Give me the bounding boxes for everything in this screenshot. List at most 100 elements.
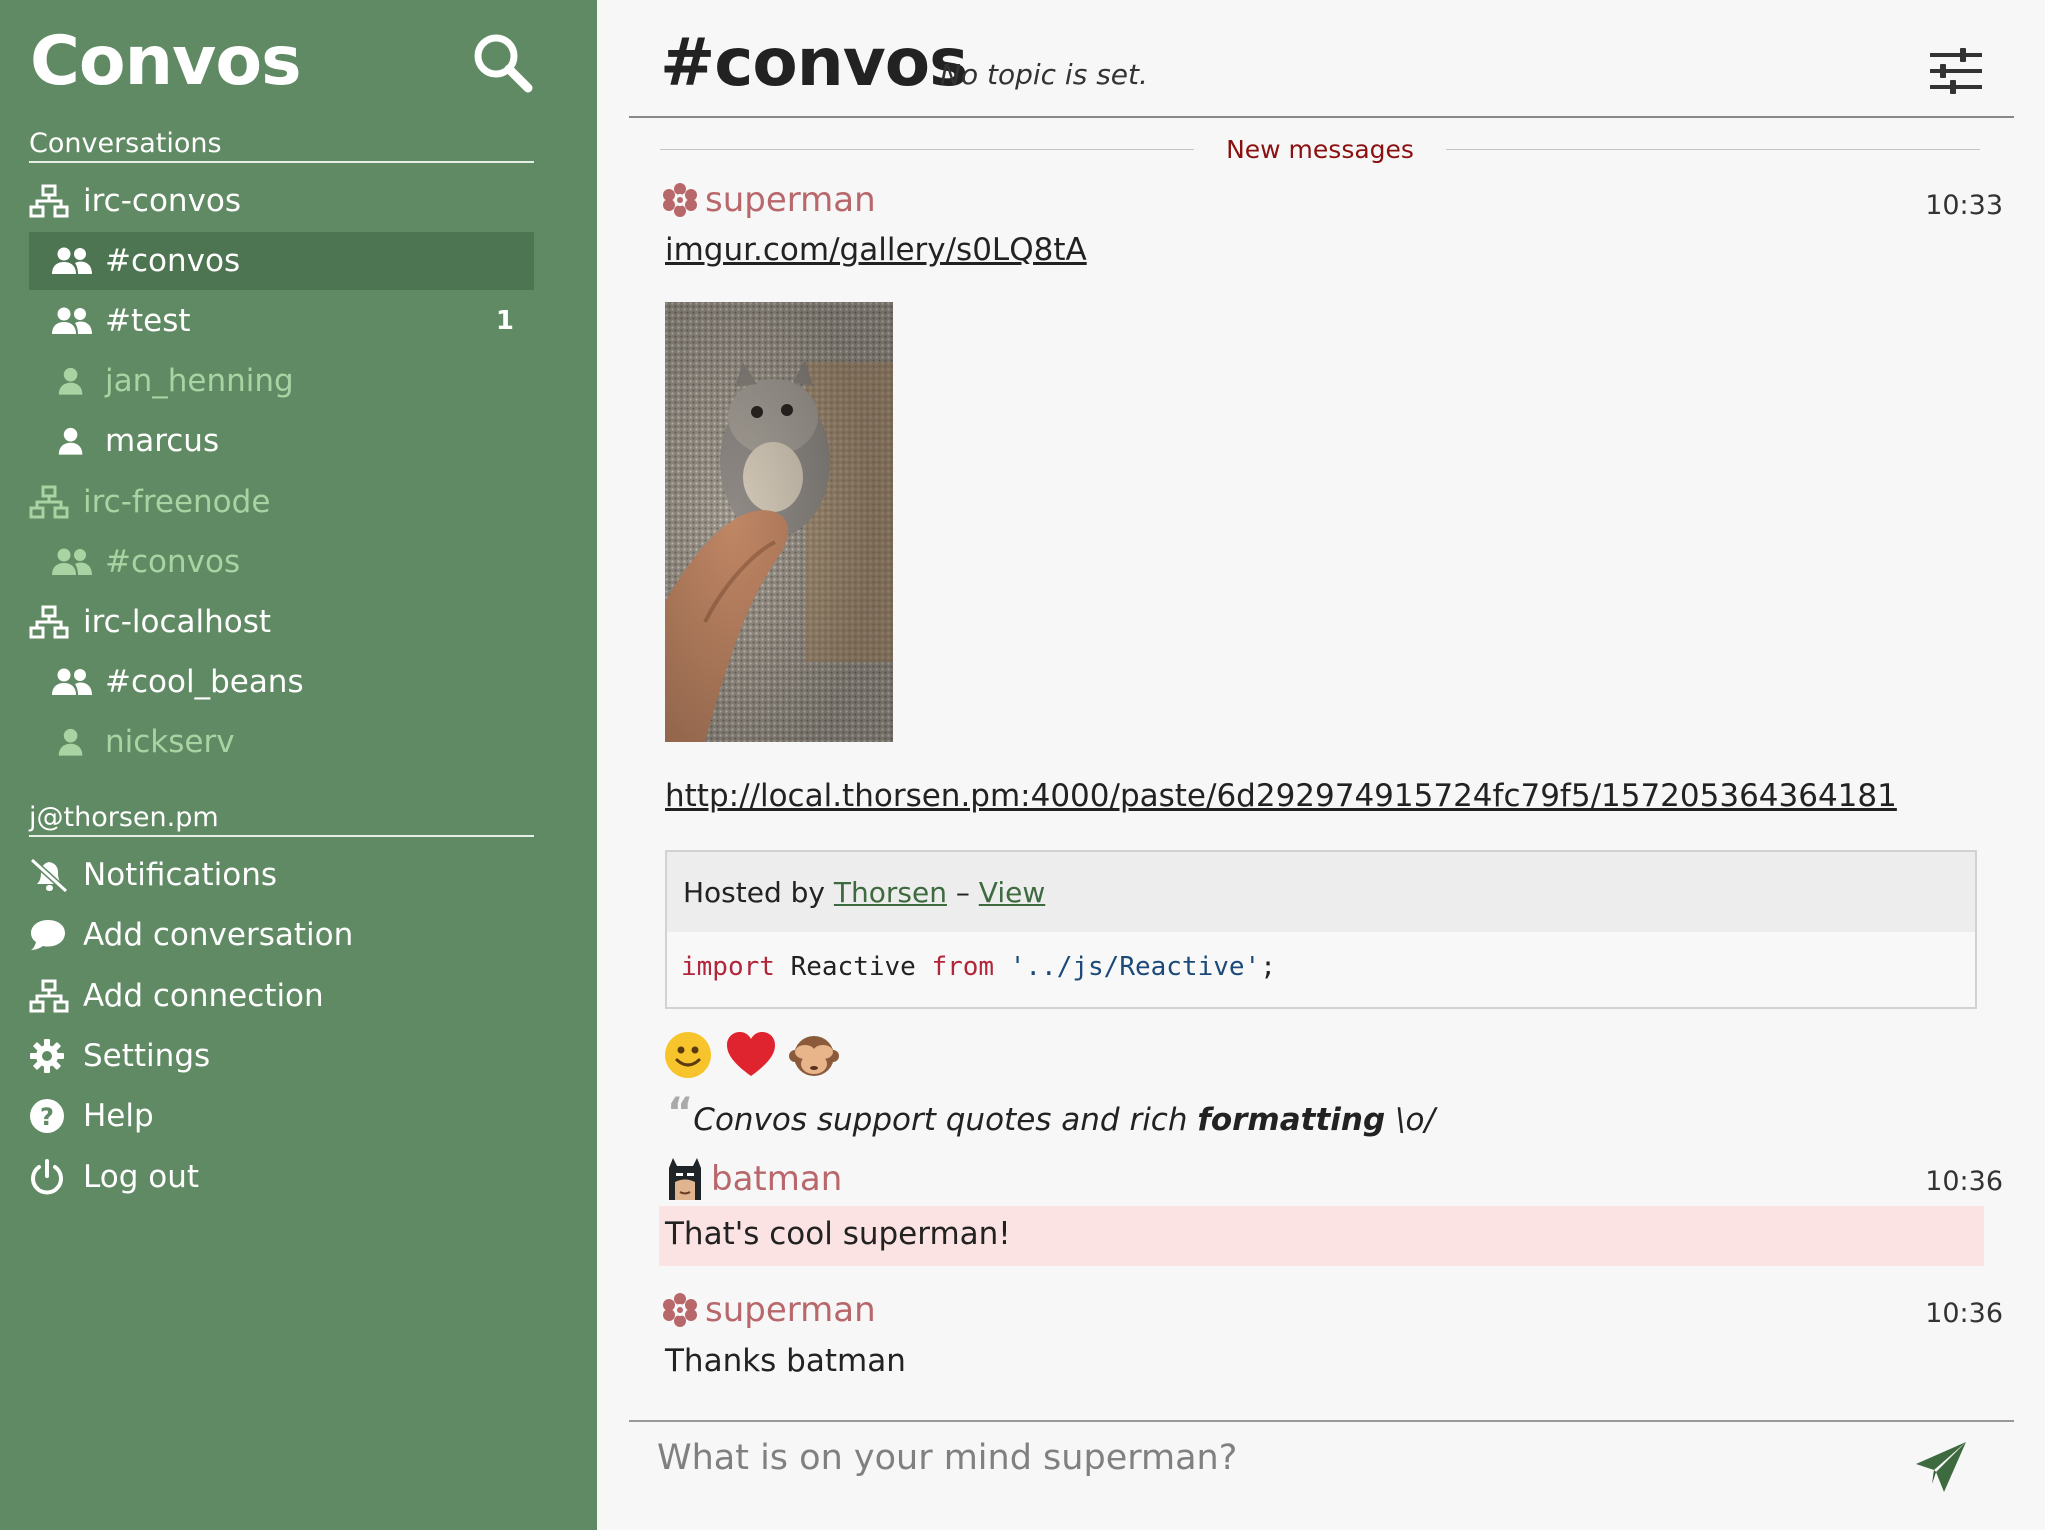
paste-separator: –: [955, 875, 970, 909]
menu-help[interactable]: ? Help: [29, 1087, 534, 1145]
sidebar-item-irc-localhost[interactable]: irc-localhost: [29, 593, 534, 651]
svg-text:?: ?: [40, 1103, 54, 1131]
send-button[interactable]: [1914, 1440, 1968, 1494]
sidebar-item-test[interactable]: #test 1: [29, 292, 534, 350]
user-icon: [51, 362, 95, 400]
paste-hosted-prefix: Hosted by: [683, 875, 825, 909]
new-messages-divider: New messages: [660, 132, 1981, 166]
sidebar-item-freenode-convos[interactable]: #convos: [29, 533, 534, 591]
menu-label: Add conversation: [83, 917, 354, 953]
message-text: That's cool superman!: [665, 1216, 1011, 1252]
users-icon: [51, 242, 95, 280]
imgur-link[interactable]: imgur.com/gallery/s0LQ8tA: [665, 232, 1087, 268]
message-author[interactable]: batman: [667, 1158, 842, 1200]
sidebar-item-convos[interactable]: #convos: [29, 232, 534, 290]
sidebar-item-label: #cool_beans: [105, 664, 304, 700]
sidebar-item-irc-convos[interactable]: irc-convos: [29, 172, 534, 230]
sliders-icon: [1930, 48, 1982, 94]
power-icon: [29, 1158, 73, 1196]
users-icon: [51, 543, 95, 581]
paste-host-link[interactable]: Thorsen: [834, 876, 947, 909]
paste-view-link[interactable]: View: [979, 876, 1045, 909]
channel-title: #convos: [660, 24, 968, 101]
paper-plane-icon: [1916, 1442, 1966, 1492]
batman-avatar-icon: [667, 1158, 703, 1200]
code-punct: ;: [1260, 952, 1276, 982]
conversation-settings-button[interactable]: [1930, 48, 1982, 94]
gear-icon: [29, 1037, 73, 1075]
header-divider: [629, 116, 2014, 118]
network-icon: [29, 977, 73, 1015]
search-icon: [474, 34, 533, 93]
message-input[interactable]: [657, 1432, 1857, 1484]
sidebar-item-label: nickserv: [105, 724, 235, 760]
message-author[interactable]: superman: [663, 1290, 876, 1330]
user-icon: [51, 723, 95, 761]
message-timestamp: 10:36: [1925, 1298, 2003, 1329]
sidebar-item-label: irc-convos: [83, 183, 242, 219]
search-button[interactable]: [470, 30, 536, 96]
author-name: superman: [705, 1290, 876, 1330]
see-no-evil-monkey-emoji-icon: [789, 1036, 839, 1076]
network-icon: [29, 483, 73, 521]
heart-emoji-icon: [727, 1032, 775, 1076]
question-circle-icon: ?: [29, 1097, 73, 1135]
code-string: '../js/Reactive': [1009, 952, 1261, 982]
menu-add-conversation[interactable]: Add conversation: [29, 906, 534, 964]
menu-label: Help: [83, 1098, 154, 1134]
sidebar: Convos Conversations irc-convos #convos …: [0, 0, 597, 1530]
sidebar-item-cool-beans[interactable]: #cool_beans: [29, 653, 534, 711]
paste-header: Hosted by Thorsen – View: [667, 852, 1975, 932]
menu-logout[interactable]: Log out: [29, 1148, 534, 1206]
message-author[interactable]: superman: [663, 180, 876, 220]
menu-label: Add connection: [83, 978, 324, 1014]
user-icon: [51, 422, 95, 460]
quote-bold-text: formatting: [1197, 1102, 1386, 1138]
paste-link[interactable]: http://local.thorsen.pm:4000/paste/6d292…: [665, 778, 1897, 814]
message-timestamp: 10:33: [1925, 190, 2003, 221]
unread-badge: 1: [495, 306, 514, 336]
code-identifier: Reactive: [790, 952, 916, 982]
sidebar-item-label: jan_henning: [105, 363, 294, 399]
smiley-emoji-icon: [665, 1032, 711, 1078]
channel-topic: No topic is set.: [940, 58, 1148, 91]
account-header[interactable]: j@thorsen.pm: [29, 802, 534, 837]
sidebar-item-nickserv[interactable]: nickserv: [29, 713, 534, 771]
sidebar-item-label: marcus: [105, 423, 220, 459]
sidebar-item-jan-henning[interactable]: jan_henning: [29, 352, 534, 410]
composer-divider: [629, 1420, 2014, 1422]
quote-tail: \o/: [1385, 1102, 1435, 1138]
author-name: superman: [705, 180, 876, 220]
menu-settings[interactable]: Settings: [29, 1027, 534, 1085]
sidebar-item-label: #convos: [105, 544, 241, 580]
paste-embed: Hosted by Thorsen – View import Reactive…: [665, 850, 1977, 1009]
bell-slash-icon: [29, 856, 73, 894]
quote-text: Convos support quotes and rich: [693, 1102, 1198, 1138]
conversations-header: Conversations: [29, 128, 534, 163]
menu-add-connection[interactable]: Add connection: [29, 967, 534, 1025]
code-keyword: import: [681, 952, 775, 982]
chat-main: #convos No topic is set. New messages su…: [597, 0, 2045, 1530]
sidebar-item-label: irc-freenode: [83, 484, 271, 520]
menu-label: Log out: [83, 1159, 199, 1195]
new-messages-label: New messages: [1226, 134, 1414, 164]
flower-avatar-icon: [663, 1293, 697, 1327]
quote-block: “Convos support quotes and rich formatti…: [667, 1090, 1435, 1138]
comment-icon: [29, 916, 73, 954]
message-text: Thanks batman: [665, 1343, 906, 1379]
menu-label: Settings: [83, 1038, 211, 1074]
sidebar-item-marcus[interactable]: marcus: [29, 412, 534, 470]
message-timestamp: 10:36: [1925, 1166, 2003, 1197]
network-icon: [29, 182, 73, 220]
kitten-image-preview[interactable]: [665, 302, 893, 742]
sidebar-item-irc-freenode[interactable]: irc-freenode: [29, 473, 534, 531]
author-name: batman: [711, 1159, 843, 1199]
menu-notifications[interactable]: Notifications: [29, 846, 534, 904]
app-logo: Convos: [30, 22, 302, 101]
menu-label: Notifications: [83, 857, 278, 893]
quote-mark-icon: “: [667, 1090, 694, 1136]
users-icon: [51, 302, 95, 340]
sidebar-item-label: irc-localhost: [83, 604, 272, 640]
code-keyword: from: [931, 952, 995, 982]
users-icon: [51, 663, 95, 701]
